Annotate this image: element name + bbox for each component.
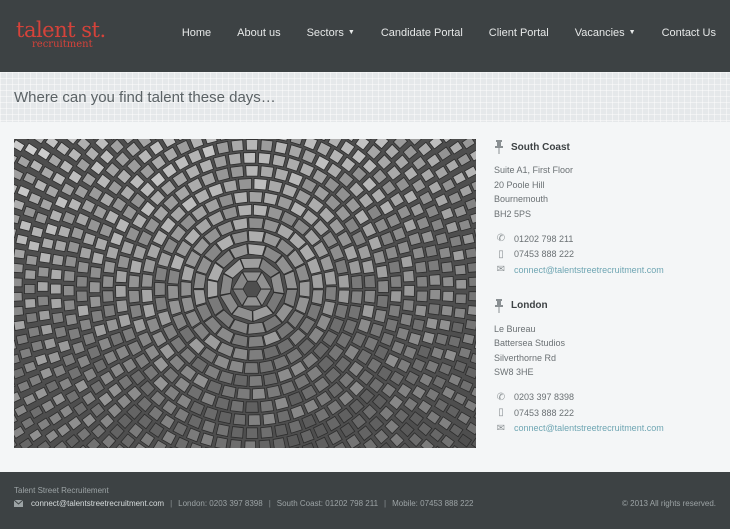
location-heading: London [494,298,724,314]
title-band: Where can you find talent these days… [0,72,730,122]
envelope-icon: ✉ [496,422,506,434]
location-london: London Le Bureau Battersea Studios Silve… [494,298,724,437]
location-south-coast: South Coast Suite A1, First Floor 20 Poo… [494,139,724,278]
logo-tagline: recruitment [32,39,93,50]
email-link[interactable]: connect@talentstreetrecruitment.com [514,423,664,433]
site-header: talent st. recruitment Home About us Sec… [0,0,730,72]
locations-list: South Coast Suite A1, First Floor 20 Poo… [494,139,724,436]
nav-candidate-portal[interactable]: Candidate Portal [381,26,463,40]
address-line: Suite A1, First Floor [494,165,574,175]
location-heading: South Coast [494,139,724,155]
email-row: ✉ connect@talentstreetrecruitment.com [494,262,724,278]
divider: | [268,499,271,508]
phone-number: 01202 798 211 [514,233,574,244]
page-title: Where can you find talent these days… [14,89,276,106]
nav-sectors-label: Sectors [306,27,344,39]
nav-about-us[interactable]: About us [237,26,280,40]
nav-home-label: Home [181,27,212,39]
address-line: BH2 5PS [494,208,532,219]
phone-number: 0203 397 8398 [514,392,575,403]
email-link[interactable]: connect@talentstreetrecruitment.com [514,265,664,275]
nav-about-label: About us [237,27,281,39]
mobile-row: ▯ 07453 888 222 [494,247,724,263]
divider: | [384,499,387,508]
location-name: London [511,300,548,311]
main-nav: Home About us Sectors ▼ Candidate Portal … [156,26,716,40]
email-row: ✉ connect@talentstreetrecruitment.com [494,421,724,437]
address-line: Battersea Studios [494,338,566,348]
envelope-icon [14,500,23,507]
address-line: Bournemouth [494,194,549,204]
address-line: Silverthorne Rd [494,352,557,363]
phone-icon: ✆ [496,233,506,245]
mobile-icon: ▯ [498,248,504,260]
nav-home[interactable]: Home [182,26,211,40]
footer-mobile: Mobile: 07453 888 222 [392,499,474,508]
nav-client-label: Client Portal [488,27,549,39]
footer-london-phone: London: 0203 397 8398 [178,499,263,508]
envelope-icon: ✉ [496,264,506,276]
pushpin-icon [495,298,503,313]
phone-row: ✆ 0203 397 8398 [494,390,724,406]
nav-client-portal[interactable]: Client Portal [489,26,549,40]
address-line: SW8 3HE [494,367,534,377]
nav-sectors[interactable]: Sectors ▼ [307,26,355,40]
phone-icon: ✆ [496,391,506,403]
footer-company: Talent Street Recruitement [14,486,109,495]
nav-contact-us[interactable]: Contact Us [662,26,716,40]
mobile-row: ▯ 07453 888 222 [494,405,724,421]
site-footer: Talent Street Recruitement connect@talen… [0,472,730,529]
footer-south-coast-phone: South Coast: 01202 798 211 [276,499,379,508]
nav-contact-label: Contact Us [661,27,716,39]
copyright: © 2013 All rights reserved. [622,499,716,508]
mobile-number: 07453 888 222 [514,407,575,418]
nav-vacancies-label: Vacancies [574,27,625,39]
cobblestone-pattern [14,139,476,448]
address-line: Le Bureau [494,323,536,334]
phone-row: ✆ 01202 798 211 [494,231,724,247]
cobblestone-image [14,139,476,448]
mobile-icon: ▯ [498,407,504,419]
caret-down-icon: ▼ [628,29,636,36]
divider: | [170,499,173,508]
footer-contact-row: connect@talentstreetrecruitment.com | Lo… [14,499,474,508]
location-name: South Coast [511,141,570,153]
nav-vacancies[interactable]: Vacancies ▼ [575,26,636,40]
mobile-number: 07453 888 222 [514,249,575,260]
nav-candidate-label: Candidate Portal [380,27,463,39]
pushpin-icon [495,140,503,154]
caret-down-icon: ▼ [347,29,355,36]
logo[interactable]: talent st. recruitment [16,18,126,52]
footer-email-link[interactable]: connect@talentstreetrecruitment.com [31,499,164,508]
address-line: 20 Poole Hill [494,179,545,190]
